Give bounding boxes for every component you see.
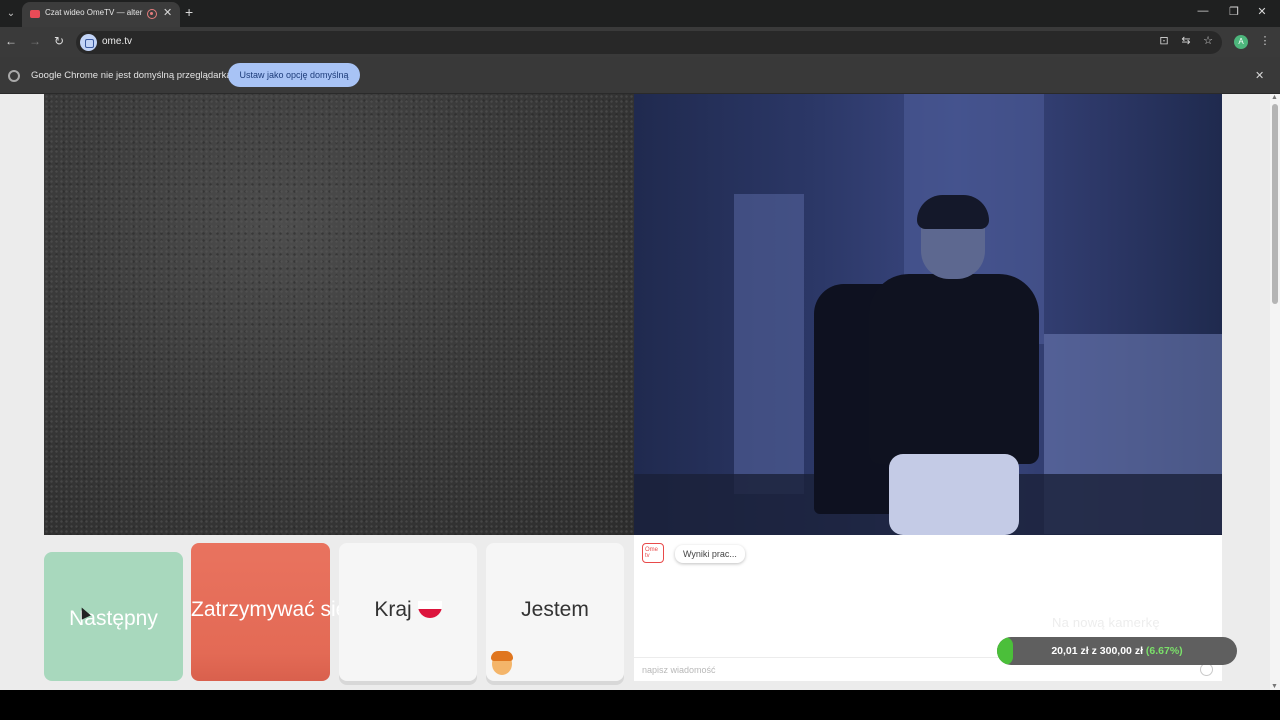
poland-flag-icon (417, 601, 442, 618)
own-camera-video (634, 94, 1222, 535)
site-info-icon[interactable] (80, 34, 97, 51)
person-shorts (889, 454, 1019, 535)
donation-goal-title: Na nową kamerkę (1052, 615, 1160, 630)
chat-status-message: Wyniki prac... (675, 545, 745, 563)
bookmark-star-icon[interactable]: ☆ (1200, 34, 1216, 47)
donation-progress-bar: 20,01 zł z 300,00 zł (6.67%) (997, 637, 1237, 665)
address-bar[interactable]: ome.tv (76, 31, 1222, 54)
profile-avatar[interactable]: A (1234, 35, 1248, 49)
person-hair (917, 195, 989, 229)
donation-raised: 20,01 zł (1051, 645, 1089, 657)
kebab-menu-icon[interactable]: ⋮ (1257, 34, 1273, 47)
screen-bottom-bar (0, 690, 1280, 720)
recording-indicator-icon (147, 9, 157, 19)
donation-progress-text: 20,01 zł z 300,00 zł (6.67%) (997, 645, 1237, 657)
back-icon[interactable]: ← (3, 34, 19, 48)
minimize-icon[interactable]: — (1193, 5, 1213, 17)
scroll-up-arrow-icon[interactable]: ▲ (1271, 94, 1278, 101)
install-app-icon[interactable]: ⊡ (1156, 34, 1172, 47)
person-emoji-icon (491, 651, 513, 675)
infobar-close-icon[interactable]: ✕ (1255, 69, 1264, 82)
forward-icon[interactable]: → (27, 34, 43, 48)
gender-button-content: Jestem (486, 598, 624, 675)
tab-close-icon[interactable]: ✕ (163, 6, 172, 19)
ometv-logo-icon: Ome tv (642, 543, 664, 563)
donation-separator: z (1091, 645, 1097, 657)
translate-icon[interactable]: ⇆ (1178, 34, 1194, 47)
gender-button[interactable]: Jestem (486, 543, 624, 681)
tab-strip: ⌄ Czat wideo OmeTV — alter ✕ + — ❐ ✕ (0, 0, 1280, 27)
donation-goal: 300,00 zł (1099, 645, 1143, 657)
default-browser-infobar: Google Chrome nie jest domyślną przegląd… (0, 57, 1280, 94)
video-static-noise (44, 94, 634, 535)
tab-title: Czat wideo OmeTV — alter (45, 8, 143, 17)
tab-search-icon[interactable]: ⌄ (2, 5, 20, 22)
country-button[interactable]: Kraj (339, 543, 477, 681)
scroll-down-arrow-icon[interactable]: ▼ (1271, 683, 1278, 690)
restore-icon[interactable]: ❐ (1224, 5, 1244, 18)
person-shirt (869, 274, 1039, 464)
reload-icon[interactable]: ↻ (51, 34, 67, 48)
next-button[interactable]: Następny (44, 552, 183, 681)
gender-button-label: Jestem (521, 598, 589, 621)
url-text[interactable]: ome.tv (102, 36, 132, 47)
browser-toolbar: ← → ↻ ome.tv ⊡ ⇆ ☆ ⋮ (0, 27, 1280, 57)
new-tab-plus-icon[interactable]: + (185, 4, 193, 20)
next-button-label: Następny (69, 607, 158, 630)
page-scrollbar[interactable]: ▲ ▼ (1270, 94, 1280, 690)
person-figure (859, 195, 1049, 535)
browser-tab[interactable]: Czat wideo OmeTV — alter ✕ (22, 2, 180, 27)
country-button-label: Kraj (374, 598, 412, 621)
window-close-icon[interactable]: ✕ (1252, 5, 1272, 18)
chrome-logo-icon (8, 70, 20, 82)
stop-button[interactable]: Zatrzymywać się (191, 543, 348, 681)
infobar-message: Google Chrome nie jest domyślną przegląd… (31, 70, 232, 81)
donation-percent: (6.67%) (1145, 645, 1183, 657)
country-button-content: Kraj (339, 598, 477, 622)
chat-message-input[interactable]: napisz wiadomość (642, 665, 716, 675)
stop-button-label: Zatrzymywać się (191, 598, 348, 621)
room-shelf (734, 194, 804, 494)
scroll-thumb[interactable] (1272, 104, 1278, 304)
set-default-button[interactable]: Ustaw jako opcję domyślną (228, 63, 360, 87)
stranger-video (44, 94, 634, 535)
tab-favicon-icon (30, 10, 40, 18)
